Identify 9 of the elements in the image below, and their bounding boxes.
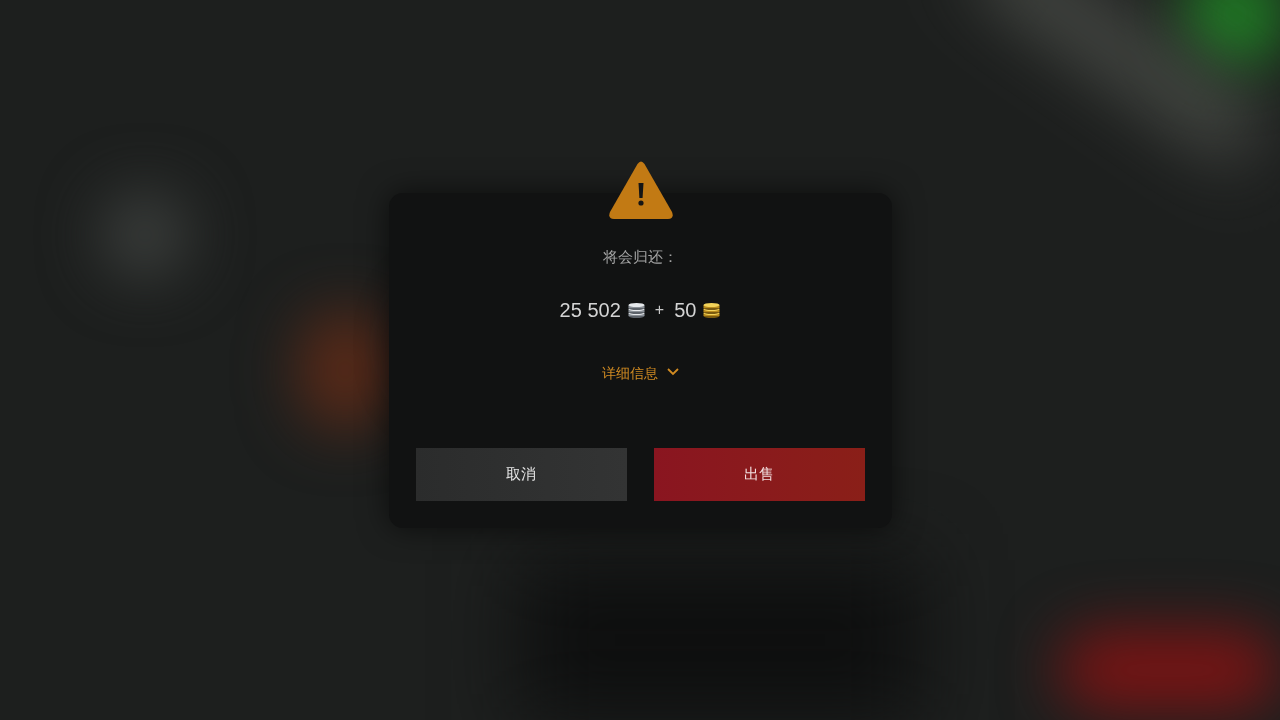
cancel-button[interactable]: 取消 — [415, 447, 627, 501]
message-text: 将会归还： — [602, 246, 678, 267]
plus-sign: + — [654, 299, 665, 320]
coin-stack-icon — [627, 301, 645, 318]
sell-button[interactable]: 出售 — [653, 447, 865, 501]
amount-value: 25 502 — [559, 297, 621, 323]
details-toggle[interactable]: 详细信息 — [601, 363, 679, 384]
coin-stack-icon — [703, 301, 721, 318]
amount-value: 50 — [674, 297, 697, 323]
